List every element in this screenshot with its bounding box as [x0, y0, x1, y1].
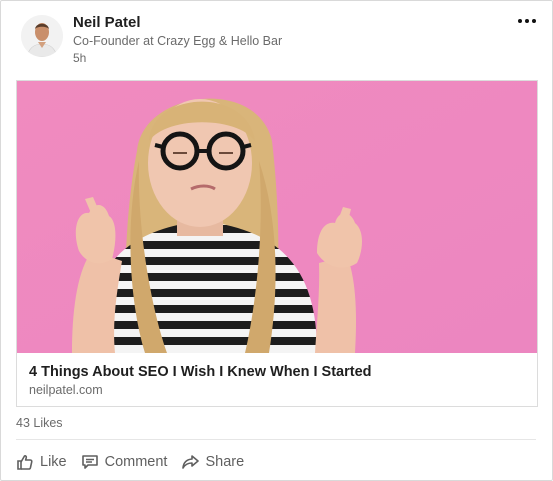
comment-button[interactable]: Comment	[81, 453, 168, 471]
article-title[interactable]: 4 Things About SEO I Wish I Knew When I …	[29, 364, 372, 380]
like-button[interactable]: Like	[16, 453, 67, 471]
post-timestamp: 5h	[73, 51, 87, 65]
author-headline: Co-Founder at Crazy Egg & Hello Bar	[73, 34, 283, 48]
ellipsis-icon	[518, 19, 522, 23]
article-link-preview[interactable]: 4 Things About SEO I Wish I Knew When I …	[16, 80, 538, 407]
share-button[interactable]: Share	[181, 453, 244, 471]
more-options-button[interactable]	[514, 11, 540, 31]
share-label: Share	[205, 454, 245, 470]
thumbs-up-icon	[16, 453, 34, 471]
article-image[interactable]	[17, 81, 537, 353]
likes-count[interactable]: 43 Likes	[16, 416, 63, 430]
divider	[16, 439, 536, 440]
comment-label: Comment	[104, 454, 168, 470]
author-avatar[interactable]	[21, 15, 63, 57]
author-name[interactable]: Neil Patel	[73, 14, 141, 31]
share-arrow-icon	[181, 453, 200, 471]
comment-icon	[81, 453, 99, 471]
social-actions-bar: Like Comment Share	[16, 450, 244, 474]
feed-post-card: Neil Patel Co-Founder at Crazy Egg & Hel…	[0, 0, 553, 481]
like-label: Like	[40, 454, 67, 470]
article-source: neilpatel.com	[29, 383, 103, 397]
